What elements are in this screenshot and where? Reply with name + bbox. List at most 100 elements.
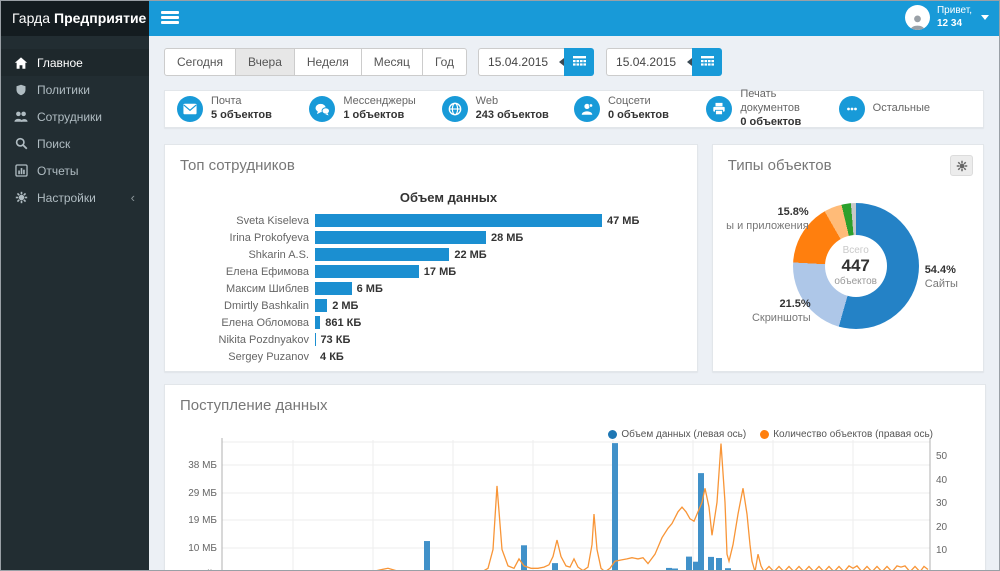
print-icon [706, 96, 733, 122]
employee-name: Sergey Puzanov [228, 350, 309, 363]
period-tabs: Сегодня Вчера Неделя Месяц Год [164, 48, 468, 76]
chevron-down-icon [981, 15, 989, 20]
employee-value: 47 МБ [607, 214, 640, 227]
employee-bar [315, 214, 602, 227]
topbar: Привет, 12 34 [149, 1, 999, 36]
employee-name: Dmirtly Bashkalin [224, 299, 309, 312]
top-employees-panel: Топ сотрудников Объем данных Sveta Kisel… [164, 144, 698, 372]
donut-center: Всего 447 объектов [824, 235, 887, 297]
stat-label: Печать документов [740, 88, 800, 115]
stat-count: 0 объектов [607, 109, 669, 121]
sidebar-item-policies[interactable]: Политики [1, 76, 149, 103]
employee-name: Irina Prokofyeva [229, 231, 309, 244]
employee-row: Sergey Puzanov 4 КБ [180, 349, 697, 364]
app-window: Гарда Предприятие Привет, 12 34 Главное П… [0, 0, 1000, 571]
stats-strip: Почта 5 объектов Мессенджеры 1 объектов We… [164, 88, 984, 129]
social-icon [573, 96, 600, 122]
donut-center-value: 447 [841, 256, 870, 276]
stat-social: Соцсети 0 объектов [573, 95, 706, 123]
calendar-button-from[interactable] [559, 48, 595, 76]
employee-name: Nikita Pozdnyakov [218, 333, 310, 346]
logo-text-regular: Гарда [12, 10, 51, 26]
tab-year[interactable]: Год [421, 48, 468, 76]
employee-name: Sveta Kiseleva [236, 214, 309, 227]
employee-row: Shkarin A.S. 22 МБ [180, 247, 697, 262]
stat-other: Остальные [838, 96, 971, 122]
stat-messengers: Мессенджеры 1 объектов [309, 95, 441, 123]
sidebar-item-employees[interactable]: Сотрудники [1, 103, 149, 130]
user-menu[interactable]: Привет, 12 34 [904, 5, 989, 30]
left-axis-label: 19 МБ [188, 515, 217, 526]
gear-icon [956, 160, 967, 171]
sidebar-item-main[interactable]: Главное [1, 49, 149, 76]
sidebar-item-settings[interactable]: Настройки ‹ [1, 184, 149, 211]
tab-month[interactable]: Месяц [360, 48, 423, 76]
user-icon [910, 15, 925, 30]
donut-label-screenshots: 21.5% Скриншоты [751, 298, 811, 325]
stat-count: 0 объектов [740, 115, 802, 128]
employee-value: 4 КБ [320, 350, 344, 363]
count-line [376, 443, 929, 570]
employee-value: 28 МБ [490, 231, 524, 244]
panel-title: Топ сотрудников [180, 157, 295, 174]
sidebar-item-label: Политики [37, 82, 90, 97]
web-icon [441, 96, 468, 122]
employee-row: Irina Prokofyeva 28 МБ [180, 230, 697, 245]
tab-week[interactable]: Неделя [293, 48, 362, 76]
donut-center-label: Всего [842, 244, 869, 256]
home-icon [14, 56, 28, 70]
incoming-data-panel: Поступление данных Объем данных (левая о… [164, 384, 986, 570]
messenger-icon [309, 96, 336, 122]
volume-bar [424, 541, 430, 570]
tab-today[interactable]: Сегодня [164, 48, 236, 76]
tab-yesterday[interactable]: Вчера [235, 48, 295, 76]
sidebar-item-label: Сотрудники [37, 109, 102, 124]
left-axis-label: 10 МБ [188, 543, 217, 554]
donut-label-sites: 54.4% Сайты [924, 264, 958, 291]
gear-icon [14, 191, 28, 204]
sidebar: Главное Политики Сотрудники Поиск Отчеты… [1, 36, 149, 570]
panel-title: Поступление данных [180, 397, 328, 414]
stat-count: 1 объектов [343, 109, 405, 121]
chevron-left-icon: ‹ [130, 190, 135, 205]
volume-bar [725, 568, 731, 570]
shield-icon [14, 83, 28, 97]
calendar-button-to[interactable] [687, 48, 723, 76]
volume-bar [698, 473, 704, 570]
sidebar-item-label: Главное [37, 55, 83, 70]
employee-name: Елена Ефимова [225, 265, 309, 278]
stat-count: 5 объектов [211, 109, 272, 121]
panel-settings-button[interactable] [950, 155, 973, 176]
stat-label: Остальные [872, 102, 930, 115]
donut-center-units: объектов [834, 275, 877, 287]
volume-bar [708, 556, 714, 570]
employee-value: 17 МБ [423, 265, 457, 278]
employee-value: 6 МБ [356, 282, 383, 295]
date-from-input[interactable]: 15.04.2015 [478, 48, 565, 76]
hamburger-menu-icon[interactable] [161, 11, 181, 26]
stat-label: Почта [211, 95, 242, 108]
right-axis-label: 20 [936, 522, 948, 533]
volume-bar [612, 443, 618, 570]
right-axis-label: 10 [936, 545, 948, 556]
stat-mail: Почта 5 объектов [177, 95, 309, 123]
sidebar-item-reports[interactable]: Отчеты [1, 157, 149, 184]
sidebar-item-search[interactable]: Поиск [1, 130, 149, 157]
employee-name: Максим Шиблев [225, 282, 309, 295]
calendar-icon [572, 56, 586, 66]
calendar-icon [700, 56, 714, 66]
stat-print: Печать документов 0 объектов [706, 88, 838, 129]
logo-text-bold: Предприятие [54, 10, 147, 26]
app-logo[interactable]: Гарда Предприятие [1, 1, 149, 36]
volume-bar [666, 567, 672, 570]
employee-bar [315, 265, 419, 278]
right-axis-label: 50 [936, 451, 948, 462]
main-content: Сегодня Вчера Неделя Месяц Год 15.04.201… [149, 36, 999, 570]
sidebar-item-label: Настройки [37, 190, 96, 205]
employee-name: Shkarin A.S. [248, 248, 309, 261]
employee-bar [315, 282, 352, 295]
stat-label: Мессенджеры [343, 95, 416, 108]
date-to-input[interactable]: 15.04.2015 [606, 48, 693, 76]
sidebar-item-label: Поиск [37, 136, 71, 151]
donut-label-apps: 15.8% ы и приложения [726, 206, 809, 233]
